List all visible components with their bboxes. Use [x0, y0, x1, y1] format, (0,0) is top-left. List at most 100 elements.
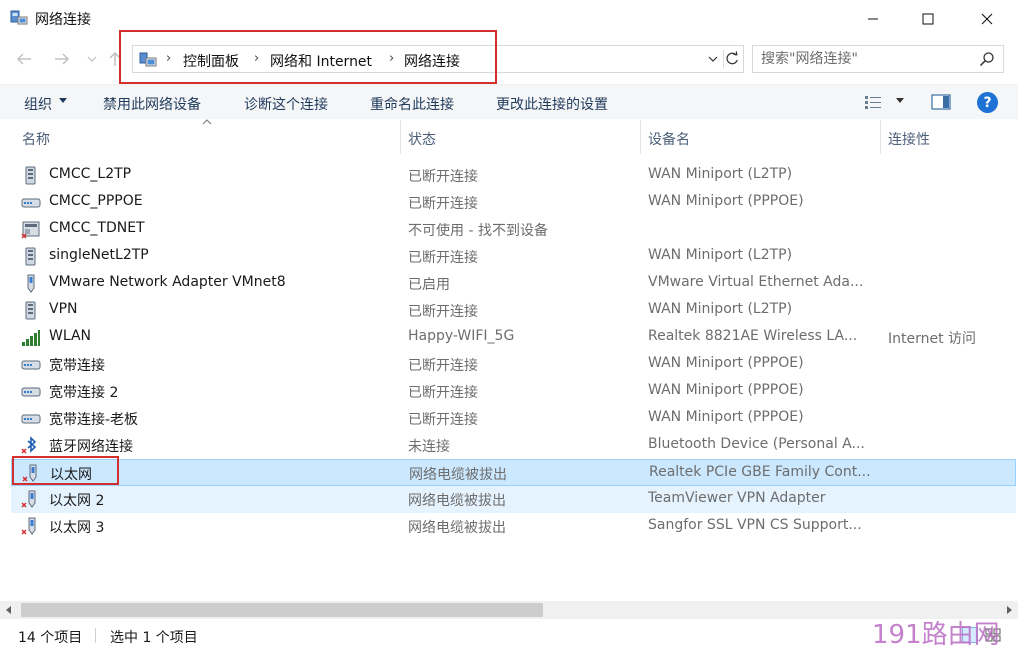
table-row[interactable]: CMCC_TDNET 不可使用 - 找不到设备: [11, 216, 1016, 243]
scroll-right-icon[interactable]: [1004, 605, 1014, 615]
column-header-label: 状态: [408, 132, 436, 148]
device-name: WAN Miniport (PPPOE): [648, 382, 804, 398]
device-name: WAN Miniport (PPPOE): [648, 355, 804, 371]
search-box[interactable]: [752, 45, 1004, 73]
table-row[interactable]: VMware Network Adapter VMnet8 已启用 VMware V…: [11, 270, 1016, 297]
connection-name: VPN: [49, 301, 78, 317]
table-row[interactable]: 以太网 3 网络电缆被拔出 Sangfor SSL VPN CS Support..…: [11, 513, 1016, 540]
scrollbar-thumb[interactable]: [21, 603, 543, 617]
table-row[interactable]: CMCC_L2TP 已断开连接 WAN Miniport (L2TP): [11, 162, 1016, 189]
horizontal-scrollbar[interactable]: [0, 601, 1018, 619]
status-divider: [95, 628, 96, 643]
address-dropdown-icon[interactable]: [707, 53, 719, 65]
ethernet-unplugged-icon: [21, 490, 36, 508]
table-row[interactable]: CMCC_PPPOE 已断开连接 WAN Miniport (PPPOE): [11, 189, 1016, 216]
connection-status: 网络电缆被拔出: [408, 493, 506, 509]
connection-status: Happy-WIFI_5G: [408, 328, 515, 344]
column-header-label: 连接性: [888, 132, 930, 148]
table-row[interactable]: WLAN Happy-WIFI_5G Realtek 8821AE Wireless…: [11, 324, 1016, 351]
maximize-button[interactable]: [905, 0, 951, 38]
forward-button[interactable]: [51, 48, 73, 70]
broadband-icon: [21, 198, 41, 208]
watermark: 191路由网: [872, 620, 1000, 650]
table-row[interactable]: singleNetL2TP 已断开连接 WAN Miniport (L2TP): [11, 243, 1016, 270]
broadband-icon: [21, 360, 41, 370]
table-row[interactable]: 宽带连接-老板 已断开连接 WAN Miniport (PPPOE): [11, 405, 1016, 432]
column-header-name[interactable]: 名称: [0, 120, 400, 154]
device-name: VMware Virtual Ethernet Ada...: [648, 274, 864, 290]
connection-name: VMware Network Adapter VMnet8: [49, 274, 286, 290]
column-header-label: 名称: [22, 132, 50, 148]
connection-status: 已断开连接: [408, 196, 478, 212]
close-button[interactable]: [964, 0, 1010, 38]
device-name: TeamViewer VPN Adapter: [648, 490, 826, 506]
device-name: WAN Miniport (PPPOE): [648, 193, 804, 209]
connection-status: 已断开连接: [408, 250, 478, 266]
refresh-icon[interactable]: [723, 50, 741, 68]
chevron-down-icon: [87, 56, 97, 62]
broadband-icon: [21, 387, 41, 397]
status-bar: 14 个项目 选中 1 个项目: [0, 619, 1018, 651]
recent-locations-button[interactable]: [85, 48, 99, 70]
table-row[interactable]: 宽带连接 2 已断开连接 WAN Miniport (PPPOE): [11, 378, 1016, 405]
search-icon[interactable]: [979, 51, 995, 67]
device-name: Realtek PCIe GBE Family Cont...: [649, 464, 871, 480]
wifi-signal-icon: [22, 330, 40, 346]
arrow-left-icon: [17, 53, 31, 65]
connection-name: 以太网 3: [49, 520, 105, 536]
connection-status: 网络电缆被拔出: [408, 520, 506, 536]
modem-disabled-icon: [21, 221, 40, 239]
device-name: WAN Miniport (L2TP): [648, 166, 793, 182]
table-row[interactable]: 以太网 2 网络电缆被拔出 TeamViewer VPN Adapter: [11, 486, 1016, 513]
vpn-icon: [25, 166, 36, 185]
table-row[interactable]: 蓝牙网络连接 未连接 Bluetooth Device (Personal A...: [11, 432, 1016, 459]
preview-pane-icon[interactable]: [931, 94, 951, 110]
view-options-icon[interactable]: [864, 94, 882, 110]
caret-down-icon[interactable]: [59, 98, 67, 104]
row-highlight-box: [12, 456, 119, 485]
device-name: Bluetooth Device (Personal A...: [648, 436, 865, 452]
minimize-button[interactable]: [850, 0, 896, 38]
table-row[interactable]: VPN 已断开连接 WAN Miniport (L2TP): [11, 297, 1016, 324]
column-header-label: 设备名: [648, 132, 690, 148]
connection-status: 已断开连接: [408, 385, 478, 401]
minimize-icon: [868, 18, 878, 20]
connection-name: 蓝牙网络连接: [49, 439, 133, 455]
table-row[interactable]: 以太网 网络电缆被拔出 Realtek PCIe GBE Family Cont..…: [11, 459, 1016, 486]
connection-name: 以太网 2: [49, 493, 105, 509]
column-header-device[interactable]: 设备名: [641, 120, 880, 154]
disable-device-button[interactable]: 禁用此网络设备: [103, 94, 201, 114]
connection-name: WLAN: [49, 328, 92, 344]
column-header-connectivity[interactable]: 连接性: [881, 120, 1018, 154]
selected-count: 选中 1 个项目: [110, 630, 198, 646]
connection-name: singleNetL2TP: [49, 247, 149, 263]
rename-button[interactable]: 重命名此连接: [370, 94, 454, 114]
connection-status: 未连接: [408, 439, 450, 455]
scroll-left-icon[interactable]: [4, 605, 14, 615]
connection-status: 已启用: [408, 277, 450, 293]
connection-status: 已断开连接: [408, 304, 478, 320]
connection-status: 已断开连接: [408, 169, 478, 185]
connection-name: 宽带连接 2: [49, 385, 119, 401]
organize-menu[interactable]: 组织: [24, 94, 52, 114]
connection-status: 已断开连接: [408, 412, 478, 428]
help-icon[interactable]: ?: [977, 92, 998, 113]
close-icon: [981, 13, 993, 25]
device-name: WAN Miniport (L2TP): [648, 301, 793, 317]
connection-name: CMCC_L2TP: [49, 166, 132, 182]
vpn-icon: [25, 247, 36, 266]
table-row[interactable]: 宽带连接 已断开连接 WAN Miniport (PPPOE): [11, 351, 1016, 378]
caret-down-icon[interactable]: [896, 98, 904, 104]
connection-status: 不可使用 - 找不到设备: [408, 223, 548, 239]
network-connections-icon: [10, 10, 28, 25]
back-button[interactable]: [13, 48, 35, 70]
vpn-icon: [25, 301, 36, 320]
device-name: WAN Miniport (PPPOE): [648, 409, 804, 425]
column-header-status[interactable]: 状态: [401, 120, 640, 154]
device-name: WAN Miniport (L2TP): [648, 247, 793, 263]
diagnose-button[interactable]: 诊断这个连接: [244, 94, 328, 114]
search-input[interactable]: [761, 50, 971, 68]
command-bar: 组织 禁用此网络设备 诊断这个连接 重命名此连接 更改此连接的设置 ?: [0, 84, 1018, 119]
change-settings-button[interactable]: 更改此连接的设置: [496, 94, 608, 114]
connection-status: 网络电缆被拔出: [409, 467, 507, 483]
